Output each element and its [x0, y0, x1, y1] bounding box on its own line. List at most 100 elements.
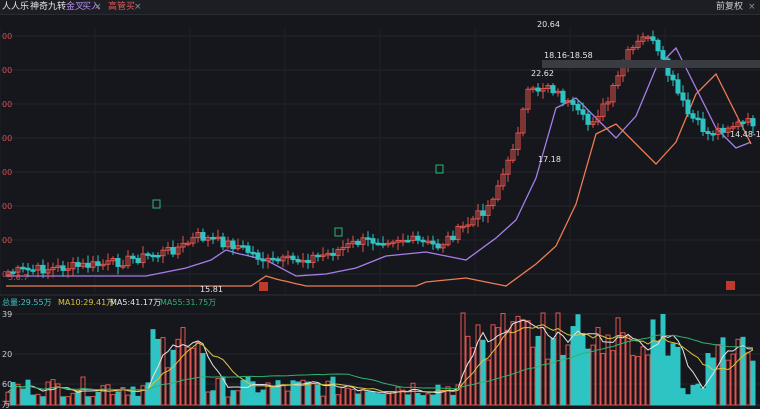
- volume-bar: [200, 353, 206, 406]
- volume-bar: [60, 396, 66, 406]
- volume-bar: [275, 380, 281, 406]
- candle-body: [200, 232, 206, 241]
- volume-bar: [240, 379, 246, 406]
- volume-bar: [270, 385, 276, 406]
- candle-body: [405, 239, 411, 243]
- volume-bar: [40, 396, 46, 406]
- candle-body: [250, 251, 256, 255]
- volume-bar: [95, 391, 101, 406]
- candle-body: [220, 236, 226, 248]
- volume-bar: [545, 358, 551, 406]
- moving-average-lines: [6, 46, 752, 287]
- volume-bar: [660, 314, 666, 406]
- candle-body: [305, 259, 311, 264]
- price-adjust-label[interactable]: 前复权: [716, 0, 743, 14]
- indicator-tab-nine[interactable]: 神奇九转: [30, 0, 66, 14]
- candle-body: [435, 243, 441, 249]
- stock-name-tab[interactable]: 人人乐: [2, 0, 29, 14]
- volume-bar: [485, 359, 491, 406]
- range-label: 18.16-18.58: [544, 51, 593, 60]
- candle-body: [655, 39, 661, 52]
- close-icon[interactable]: ×: [134, 0, 142, 14]
- candle-body: [740, 121, 746, 125]
- candle-body: [115, 258, 121, 267]
- close-icon[interactable]: ×: [94, 0, 102, 14]
- volume-bar: [410, 382, 416, 406]
- volume-bar: [65, 396, 71, 406]
- candle-body: [720, 127, 726, 133]
- candle-body: [290, 255, 296, 260]
- volume-bar: [90, 396, 96, 406]
- candle-body: [230, 240, 236, 250]
- volume-bar: [580, 332, 586, 406]
- candle-body: [95, 261, 101, 266]
- price-axis: 0000000000000000: [2, 32, 12, 279]
- volume-bar: [655, 341, 661, 406]
- candle-body: [155, 255, 161, 258]
- volume-bar: [665, 355, 671, 406]
- volume-bar: [150, 329, 156, 406]
- volume-bar: [595, 327, 601, 406]
- volume-bar: [320, 395, 326, 406]
- volume-bar: [405, 394, 411, 406]
- volume-bar: [430, 394, 436, 406]
- chart-annotations: 20.64 18.16-18.58 22.62 17.18 14.48-14 15.81 5…: [8, 20, 760, 294]
- volume-bar: [690, 384, 696, 406]
- volume-bar: [235, 390, 241, 406]
- volume-bar: [155, 338, 161, 406]
- volume-bar: [450, 394, 456, 406]
- candle-body: [145, 253, 151, 256]
- volume-bar: [220, 377, 226, 406]
- volume-bar: [35, 393, 41, 406]
- volume-bar: [170, 349, 176, 406]
- volume-bar: [675, 346, 681, 406]
- candle-body: [550, 85, 556, 94]
- candle-body: [685, 99, 691, 115]
- volume-bar: [45, 381, 51, 406]
- close-icon[interactable]: ×: [748, 0, 756, 14]
- candle-body: [660, 50, 666, 60]
- indicator-tab-exec[interactable]: 高管买: [108, 0, 135, 14]
- candle-body: [40, 264, 46, 274]
- volume-legend-item: MA10:29.41万: [58, 298, 114, 307]
- volume-bar: [185, 346, 191, 406]
- volume-bars: [0, 312, 760, 406]
- top-toolbar: 人人乐 神奇九转 金叉 买入 × 高管买 × 前复权 ×: [0, 0, 760, 15]
- volume-bar: [710, 357, 716, 406]
- volume-bar: [615, 317, 621, 406]
- volume-bar: [180, 327, 186, 406]
- volume-tick-label: 39: [2, 310, 12, 319]
- volume-bar: [495, 327, 501, 406]
- volume-bar: [350, 388, 356, 406]
- candle-body: [380, 243, 386, 246]
- volume-bar: [735, 338, 741, 406]
- volume-bar: [505, 329, 511, 406]
- volume-bar: [575, 314, 581, 406]
- volume-bar: [745, 352, 751, 406]
- volume-bar: [465, 335, 471, 406]
- volume-bar: [20, 388, 26, 406]
- volume-bar: [500, 312, 506, 406]
- volume-bar: [380, 393, 386, 406]
- price-tick-label: 00: [2, 66, 12, 75]
- volume-bar: [415, 392, 421, 406]
- volume-bar: [160, 337, 166, 406]
- volume-bar: [635, 356, 641, 406]
- volume-bar: [190, 347, 196, 406]
- volume-bar: [400, 389, 406, 406]
- mid-price-label: 22.62: [531, 69, 554, 78]
- price-tick-label: 00: [2, 100, 12, 109]
- stock-chart[interactable]: 0000000000000000 20.6418.16-18.5822.6217…: [0, 14, 760, 409]
- volume-bar: [420, 395, 426, 406]
- volume-bar: [25, 379, 31, 406]
- volume-bar: [700, 387, 706, 406]
- candle-body: [705, 131, 711, 135]
- volume-bar: [310, 382, 316, 406]
- volume-bar: [260, 389, 266, 406]
- volume-bar: [625, 335, 631, 406]
- candle-body: [210, 237, 216, 240]
- volume-bar: [375, 393, 381, 406]
- candle-body: [170, 247, 176, 255]
- volume-bar: [490, 324, 496, 406]
- candle-body: [535, 87, 541, 92]
